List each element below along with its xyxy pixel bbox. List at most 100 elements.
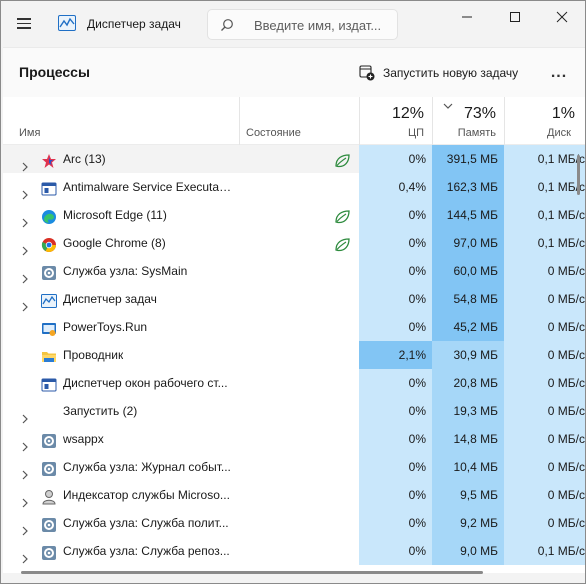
table-row[interactable]: Проводник 2,1% 30,9 МБ 0 МБ/с [3, 341, 585, 369]
chevron-right-icon[interactable] [21, 266, 29, 284]
process-disk: 0 МБ/с [504, 285, 585, 313]
process-cpu: 0% [359, 229, 432, 257]
minimize-button[interactable] [444, 1, 490, 33]
page-title: Процессы [19, 64, 90, 80]
service-window-icon [41, 179, 57, 196]
column-header-disk[interactable]: 1% Диск [504, 97, 585, 145]
task-manager-window: Диспетчер задач Введите имя, издат... Пр… [0, 0, 586, 584]
close-button[interactable] [539, 1, 585, 33]
minimize-icon [462, 16, 472, 18]
chevron-right-icon[interactable] [21, 546, 29, 564]
chevron-right-icon[interactable] [21, 210, 29, 228]
chevron-right-icon[interactable] [21, 238, 29, 256]
maximize-button[interactable] [492, 1, 538, 33]
search-icon [221, 19, 233, 31]
table-row[interactable]: wsappx 0% 14,8 МБ 0 МБ/с [3, 425, 585, 453]
process-status-cell [239, 537, 359, 565]
table-row[interactable]: Microsoft Edge (11) 0% 144,5 МБ 0,1 МБ/с [3, 201, 585, 229]
process-cpu: 0,4% [359, 173, 432, 201]
chevron-right-icon[interactable] [21, 490, 29, 508]
process-status-cell [239, 453, 359, 481]
process-memory: 9,5 МБ [432, 481, 504, 509]
table-row[interactable]: Arc (13) 0% 391,5 МБ 0,1 МБ/с [3, 145, 585, 173]
process-cpu: 2,1% [359, 341, 432, 369]
process-cpu: 0% [359, 537, 432, 565]
process-name-cell[interactable]: Проводник [3, 341, 239, 369]
indexer-icon [41, 487, 57, 505]
table-row[interactable]: Диспетчер задач 0% 54,8 МБ 0 МБ/с [3, 285, 585, 313]
process-name-cell[interactable]: wsappx [3, 425, 239, 453]
gear-icon [41, 543, 57, 560]
table-row[interactable]: Служба узла: Служба полит... 0% 9,2 МБ 0 МБ… [3, 509, 585, 537]
chevron-right-icon[interactable] [21, 154, 29, 172]
table-row[interactable]: Служба узла: Журнал событ... 0% 10,4 МБ 0 М… [3, 453, 585, 481]
process-name-cell[interactable]: Служба узла: Служба репоз... [3, 537, 239, 565]
process-cpu: 0% [359, 453, 432, 481]
process-name-cell[interactable]: Google Chrome (8) [3, 229, 239, 257]
run-new-task-button[interactable]: Запустить новую задачу [359, 62, 518, 84]
table-row[interactable]: Запустить (2) 0% 19,3 МБ 0 МБ/с [3, 397, 585, 425]
process-status-cell [239, 229, 359, 257]
process-name: wsappx [63, 432, 104, 446]
process-memory: 391,5 МБ [432, 145, 504, 173]
arc-icon [41, 151, 57, 168]
vertical-scrollbar[interactable] [577, 155, 580, 195]
table-row[interactable]: Индексатор службы Microso... 0% 9,5 МБ 0 МБ… [3, 481, 585, 509]
process-cpu: 0% [359, 145, 432, 173]
column-header-cpu[interactable]: 12% ЦП [359, 97, 432, 145]
horizontal-scrollbar[interactable] [21, 571, 483, 574]
chevron-right-icon[interactable] [21, 462, 29, 480]
column-name-label: Имя [19, 127, 41, 139]
process-name: Служба узла: Журнал событ... [63, 460, 231, 474]
table-row[interactable]: Служба узла: Служба репоз... 0% 9,0 МБ 0,1 … [3, 537, 585, 565]
column-header-status[interactable]: Состояние [239, 97, 359, 145]
process-name-cell[interactable]: Arc (13) [3, 145, 239, 173]
process-memory: 20,8 МБ [432, 369, 504, 397]
process-disk: 0 МБ/с [504, 397, 585, 425]
search-input[interactable]: Введите имя, издат... [207, 9, 398, 40]
process-name-cell[interactable]: Служба узла: SysMain [3, 257, 239, 285]
process-name-cell[interactable]: Microsoft Edge (11) [3, 201, 239, 229]
gear-icon [41, 459, 57, 476]
process-name-cell[interactable]: Служба узла: Служба полит... [3, 509, 239, 537]
table-row[interactable]: Диспетчер окон рабочего ст... 0% 20,8 МБ 0 … [3, 369, 585, 397]
process-name-cell[interactable]: Запустить (2) [3, 397, 239, 425]
process-name-cell[interactable]: Служба узла: Журнал событ... [3, 453, 239, 481]
process-status-cell [239, 145, 359, 173]
table-row[interactable]: Google Chrome (8) 0% 97,0 МБ 0,1 МБ/с [3, 229, 585, 257]
process-name: Запустить (2) [63, 404, 138, 418]
process-disk: 0 МБ/с [504, 341, 585, 369]
cpu-total-percent: 12% [391, 105, 424, 122]
table-row[interactable]: Служба узла: SysMain 0% 60,0 МБ 0 МБ/с [3, 257, 585, 285]
more-options-button[interactable]: ... [547, 62, 571, 84]
chevron-right-icon[interactable] [21, 434, 29, 452]
column-header-name[interactable]: Имя [3, 97, 239, 145]
process-cpu: 0% [359, 257, 432, 285]
process-memory: 10,4 МБ [432, 453, 504, 481]
process-name: Служба узла: Служба полит... [63, 516, 229, 530]
process-name-cell[interactable]: Индексатор службы Microso... [3, 481, 239, 509]
process-name-cell[interactable]: Antimalware Service Executable [3, 173, 239, 201]
process-name-cell[interactable]: Диспетчер окон рабочего ст... [3, 369, 239, 397]
column-status-label: Состояние [246, 127, 301, 139]
process-status-cell [239, 369, 359, 397]
edge-icon [41, 207, 57, 224]
table-row[interactable]: PowerToys.Run 0% 45,2 МБ 0 МБ/с [3, 313, 585, 341]
process-name: Microsoft Edge (11) [63, 208, 167, 222]
process-disk: 0 МБ/с [504, 369, 585, 397]
chevron-right-icon[interactable] [21, 406, 29, 424]
process-status-cell [239, 425, 359, 453]
process-status-cell [239, 257, 359, 285]
process-cpu: 0% [359, 313, 432, 341]
process-cpu: 0% [359, 481, 432, 509]
chevron-right-icon[interactable] [21, 182, 29, 200]
chevron-right-icon[interactable] [21, 518, 29, 536]
menu-icon[interactable] [17, 15, 37, 33]
chevron-right-icon[interactable] [21, 294, 29, 312]
process-name: Antimalware Service Executable [63, 180, 235, 194]
process-name-cell[interactable]: PowerToys.Run [3, 313, 239, 341]
table-row[interactable]: Antimalware Service Executable 0,4% 162,3 … [3, 173, 585, 201]
process-name-cell[interactable]: Диспетчер задач [3, 285, 239, 313]
column-header-memory[interactable]: 73% Память [432, 97, 504, 145]
process-status-cell [239, 285, 359, 313]
